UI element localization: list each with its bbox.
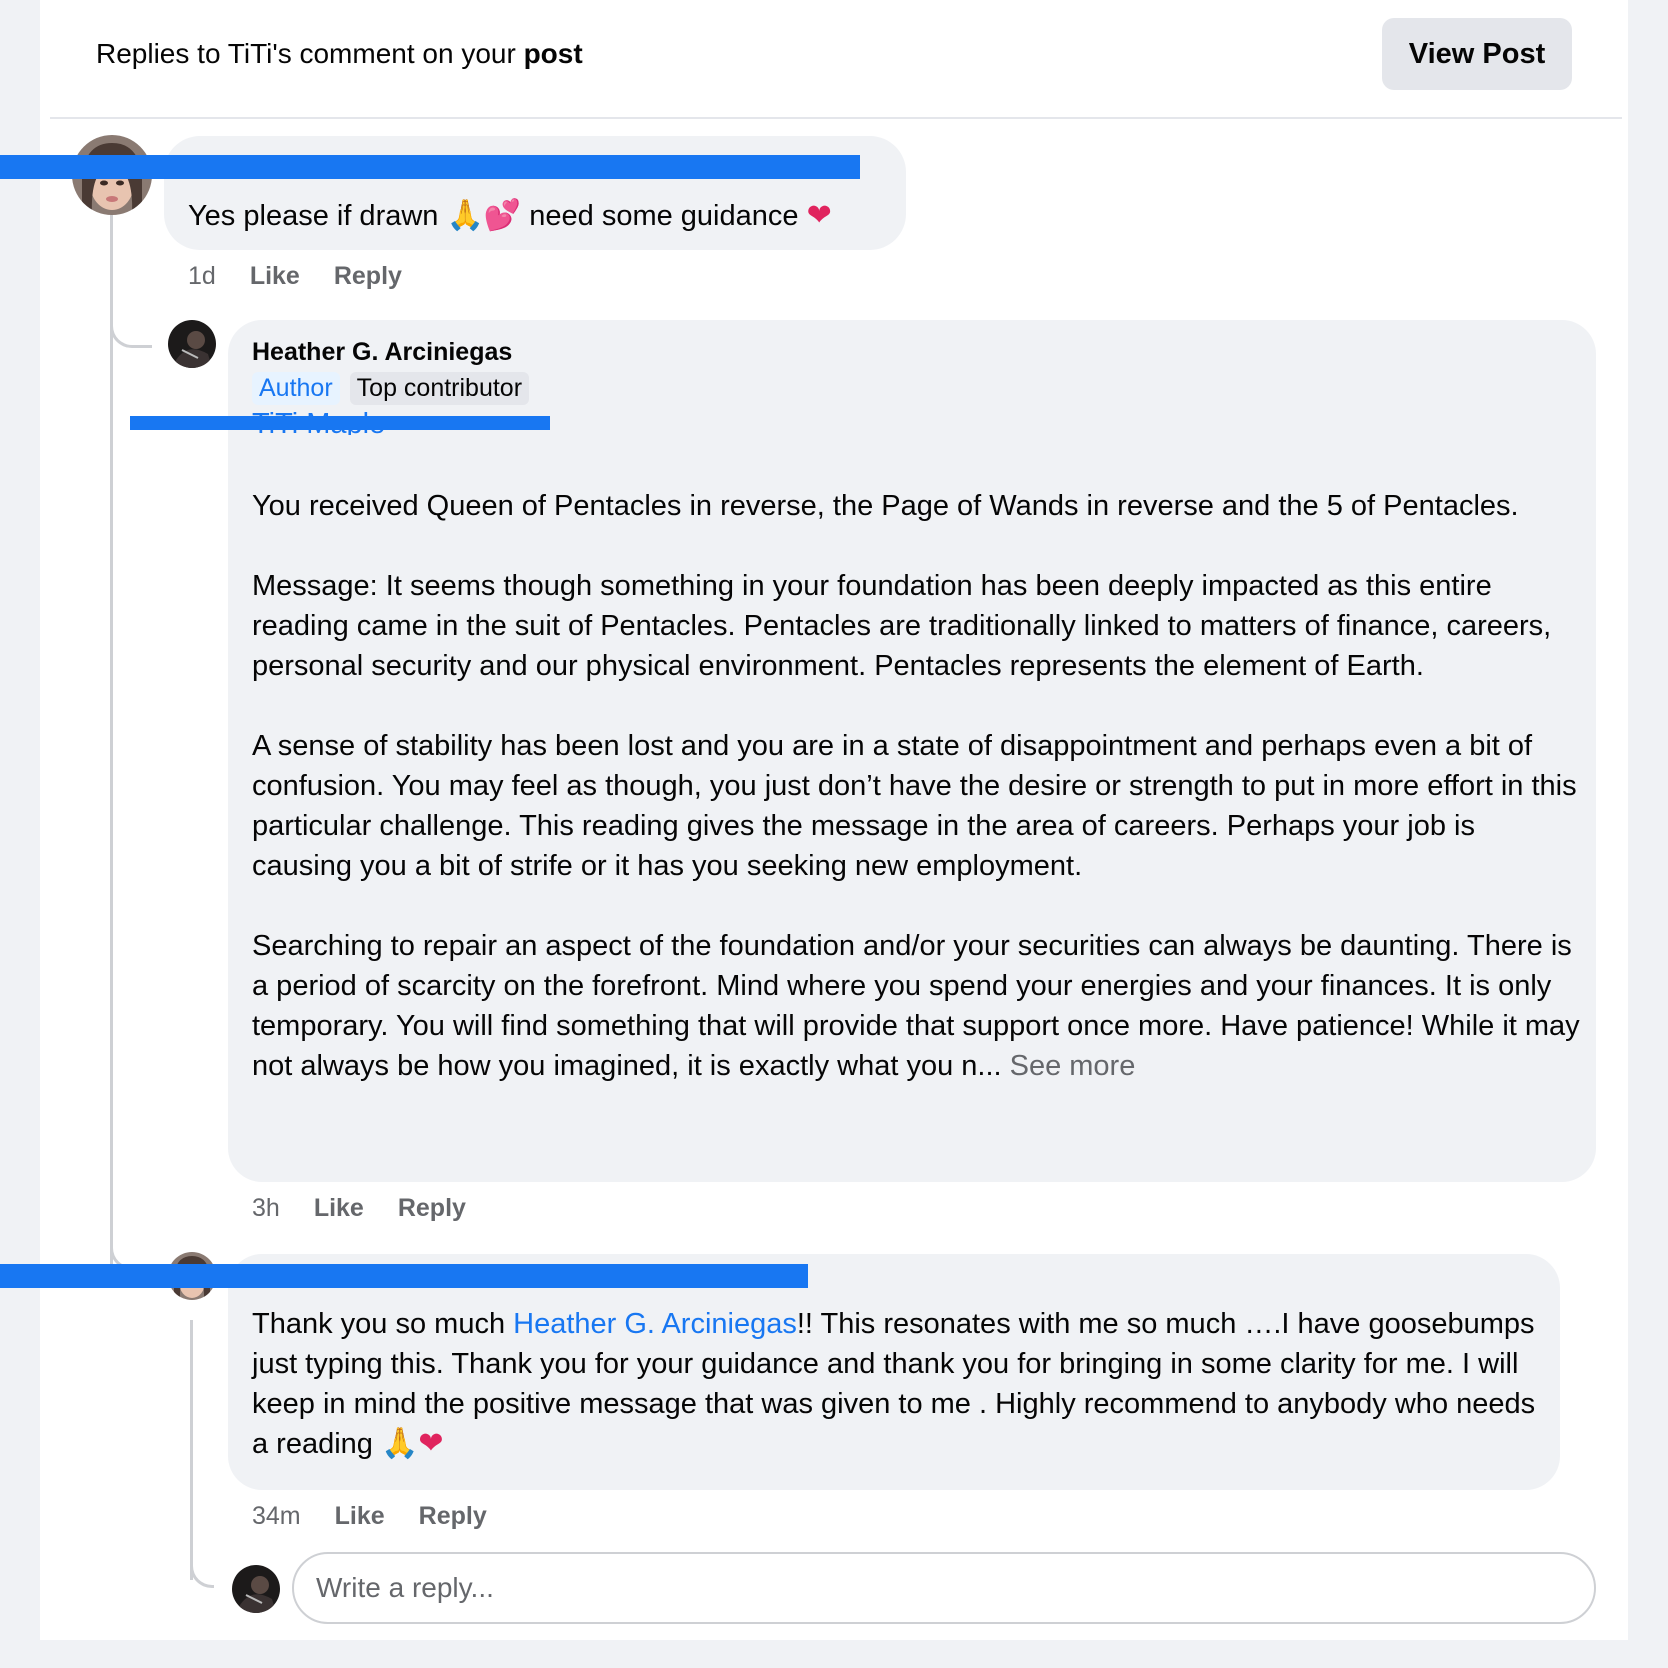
comment-author-name[interactable]: Heather G. Arciniegas <box>252 336 529 368</box>
comment-paragraph: Searching to repair an aspect of the fou… <box>252 926 1582 1086</box>
redaction-bar <box>130 416 550 430</box>
profile-photo-icon <box>168 320 216 368</box>
comment-timestamp[interactable]: 3h <box>252 1194 280 1223</box>
comment-actions: 1d Like Reply <box>188 262 402 291</box>
pray-emoji: 🙏 <box>381 1426 419 1461</box>
pray-hearts-emoji: 🙏💕 <box>446 198 522 233</box>
profile-photo-icon <box>232 1565 280 1613</box>
comment-paragraph: A sense of stability has been lost and y… <box>252 730 1577 882</box>
reply-button[interactable]: Reply <box>398 1194 466 1223</box>
comment-paragraph: You received Queen of Pentacles in rever… <box>252 490 1519 522</box>
reply-input[interactable] <box>292 1552 1596 1624</box>
comment-text: Yes please if drawn 🙏💕 need some guidanc… <box>188 196 832 236</box>
comment-actions: 34m Like Reply <box>252 1502 487 1531</box>
mentioned-user[interactable]: Heather G. Arciniegas <box>513 1308 797 1340</box>
redaction-bar <box>0 155 860 179</box>
like-button[interactable]: Like <box>314 1194 364 1223</box>
author-badge: Author <box>252 372 340 405</box>
header-post-word: post <box>523 38 583 69</box>
header-divider <box>50 117 1622 119</box>
comment-paragraph: Message: It seems though something in yo… <box>252 570 1552 682</box>
header-prefix: Replies to TiTi's comment on your <box>96 38 524 69</box>
avatar[interactable] <box>232 1565 280 1613</box>
comment-text: You received Queen of Pentacles in rever… <box>252 486 1582 1086</box>
comment-bubble: Thank you so much Heather G. Arciniegas!… <box>228 1254 1560 1490</box>
see-more-link[interactable]: See more <box>1002 1050 1136 1082</box>
reply-button[interactable]: Reply <box>419 1502 487 1531</box>
reply-button[interactable]: Reply <box>334 262 402 291</box>
view-post-button[interactable]: View Post <box>1382 18 1572 90</box>
thread-connector-1 <box>110 300 152 348</box>
comment-paragraph-text: Searching to repair an aspect of the fou… <box>252 930 1580 1082</box>
redaction-bar <box>0 1264 808 1288</box>
thread-line-main <box>110 210 113 1268</box>
comment-timestamp[interactable]: 1d <box>188 262 216 291</box>
comment-bubble: Yes please if drawn 🙏💕 need some guidanc… <box>164 136 906 250</box>
panel-header: Replies to TiTi's comment on your post <box>96 38 583 70</box>
comment-text-part: Yes please if drawn <box>188 200 447 232</box>
comment-text-part: Thank you so much <box>252 1308 514 1340</box>
top-contributor-badge: Top contributor <box>349 372 530 405</box>
like-button[interactable]: Like <box>250 262 300 291</box>
comment-actions: 3h Like Reply <box>252 1194 466 1223</box>
comment-timestamp[interactable]: 34m <box>252 1502 301 1531</box>
like-button[interactable]: Like <box>335 1502 385 1531</box>
comment-text: Thank you so much Heather G. Arciniegas!… <box>252 1304 1544 1464</box>
heart-emoji: ❤ <box>806 198 832 233</box>
heart-emoji: ❤ <box>418 1426 444 1461</box>
avatar[interactable] <box>168 320 216 368</box>
comment-bubble: Heather G. Arciniegas Author Top contribu… <box>228 320 1596 1182</box>
comment-text-part: need some guidance <box>521 200 807 232</box>
